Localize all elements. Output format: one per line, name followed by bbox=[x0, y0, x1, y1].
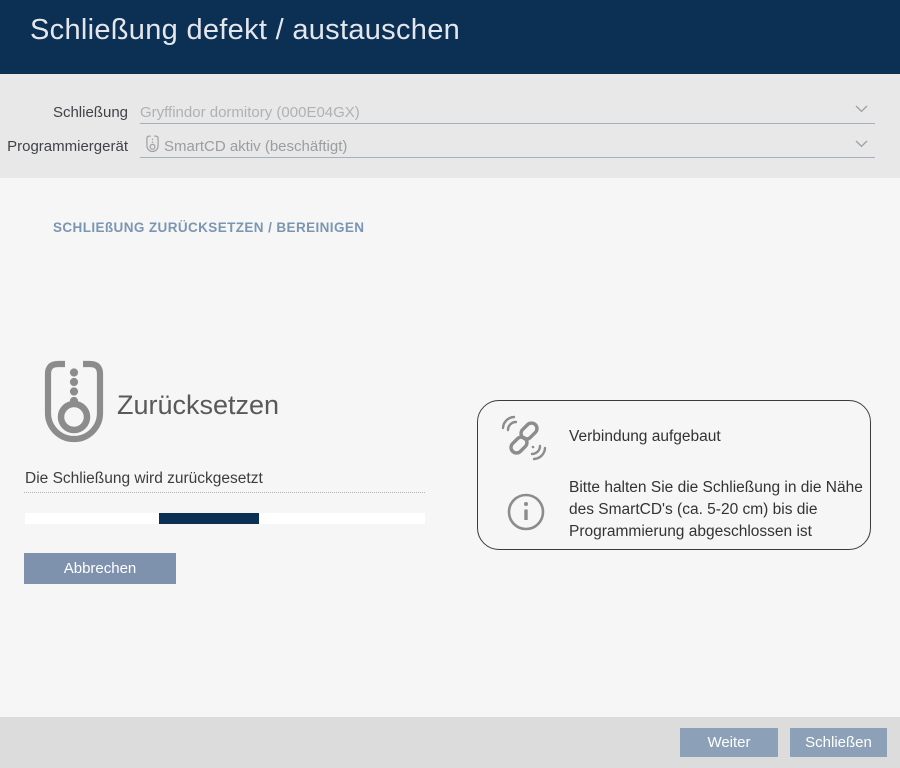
step-title: Zurücksetzen bbox=[117, 390, 279, 421]
next-button[interactable]: Weiter bbox=[680, 728, 778, 757]
form-section: Schließung Gryffindor dormitory (000E04G… bbox=[0, 74, 900, 178]
footer: Weiter Schließen bbox=[0, 717, 900, 768]
info-panel: Verbindung aufgebaut Bitte halten Sie di… bbox=[477, 400, 871, 550]
programmer-label: Programmiergerät bbox=[0, 138, 128, 155]
lock-select[interactable] bbox=[140, 100, 875, 126]
lock-label: Schließung bbox=[0, 104, 128, 121]
programmer-select[interactable] bbox=[140, 134, 875, 160]
connection-status-text: Verbindung aufgebaut bbox=[569, 428, 721, 446]
header: Schließung defekt / austauschen bbox=[0, 0, 900, 74]
chevron-down-icon[interactable] bbox=[855, 140, 868, 148]
cancel-button[interactable]: Abbrechen bbox=[24, 553, 176, 584]
progress-status-text: Die Schließung wird zurückgesetzt bbox=[25, 470, 263, 488]
section-title: SCHLIEßUNG ZURÜCKSETZEN / BEREINIGEN bbox=[53, 220, 364, 235]
progress-segment bbox=[159, 513, 259, 524]
dialog-lock-defective: Schließung defekt / austauschen Schließu… bbox=[0, 0, 900, 768]
progress-bar bbox=[25, 513, 425, 524]
chevron-down-icon[interactable] bbox=[855, 105, 868, 113]
connection-signal-icon bbox=[501, 415, 547, 461]
lock-cylinder-icon bbox=[44, 360, 104, 444]
info-icon bbox=[506, 492, 546, 532]
dotted-divider bbox=[24, 492, 425, 493]
page-title: Schließung defekt / austauschen bbox=[30, 14, 460, 47]
close-button[interactable]: Schließen bbox=[790, 728, 887, 757]
instruction-text: Bitte halten Sie die Schließung in die N… bbox=[569, 477, 869, 543]
